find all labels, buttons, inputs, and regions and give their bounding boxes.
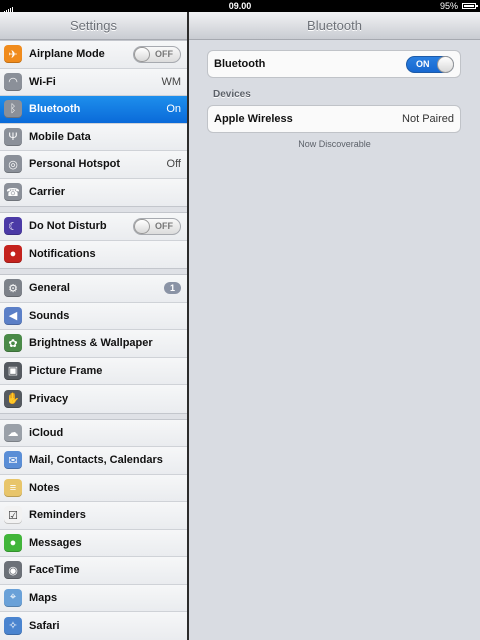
reminders-icon: ☑ (4, 506, 22, 525)
mail-icon: ✉ (4, 451, 22, 470)
settings-item-label: Wi-Fi (29, 75, 56, 88)
speaker-icon: ◀ (4, 306, 22, 325)
airplane-icon: ✈ (4, 45, 22, 64)
detail-title: Bluetooth (189, 12, 480, 40)
switch-knob (437, 55, 454, 73)
settings-item-icloud[interactable]: ☁ iCloud (0, 419, 187, 447)
settings-item-picture-frame[interactable]: ▣ Picture Frame (0, 357, 187, 385)
do-not-disturb-switch[interactable]: OFF (133, 217, 181, 235)
settings-item-messages[interactable]: ● Messages (0, 529, 187, 557)
switch-knob (134, 218, 150, 234)
settings-item-label: Bluetooth (29, 103, 81, 116)
bluetooth-label: Bluetooth (214, 58, 266, 70)
settings-item-brightness-wallpaper[interactable]: ✿ Brightness & Wallpaper (0, 330, 187, 358)
settings-item-label: Notes (29, 481, 60, 494)
messages-icon: ● (4, 533, 22, 552)
settings-item-reminders[interactable]: ☑ Reminders (0, 502, 187, 530)
settings-item-label: Personal Hotspot (29, 158, 121, 171)
settings-item-label: Picture Frame (29, 364, 103, 377)
settings-item-label: iCloud (29, 426, 64, 439)
gear-icon: ⚙ (4, 279, 22, 298)
settings-item-bluetooth[interactable]: ᛒ Bluetooth On (0, 96, 187, 124)
settings-item-label: Airplane Mode (29, 48, 105, 61)
safari-icon: ✧ (4, 616, 22, 635)
settings-item-label: Do Not Disturb (29, 220, 107, 233)
airplane-mode-switch[interactable]: OFF (133, 45, 181, 63)
moon-icon: ☾ (4, 217, 22, 236)
settings-item-safari[interactable]: ✧ Safari (0, 612, 187, 640)
settings-item-label: FaceTime (29, 564, 80, 577)
clock: 09.00 (228, 1, 252, 11)
switch-knob (134, 46, 150, 62)
discoverable-status: Now Discoverable (298, 139, 371, 149)
settings-item-value: On (166, 103, 181, 116)
bluetooth-icon: ᛒ (4, 100, 22, 119)
settings-master-pane: Settings ✈ Airplane Mode OFF ◠ Wi-Fi WM ᛒ Bluet… (0, 12, 187, 640)
settings-group: ☾ Do Not Disturb OFF ● Notifications (0, 212, 187, 269)
maps-icon: ⌖ (4, 588, 22, 607)
settings-item-notes[interactable]: ≡ Notes (0, 474, 187, 502)
settings-item-label: Privacy (29, 392, 69, 405)
bluetooth-detail-pane: Bluetooth Bluetooth ON Devices Apple Wir… (189, 12, 480, 640)
settings-item-mobile-data[interactable]: Ψ Mobile Data (0, 123, 187, 151)
bluetooth-switch[interactable]: ON (406, 55, 454, 73)
flower-icon: ✿ (4, 334, 22, 353)
settings-item-notifications[interactable]: ● Notifications (0, 240, 187, 268)
bluetooth-switch-label: ON (416, 58, 430, 69)
cloud-icon: ☁ (4, 423, 22, 442)
settings-item-label: Brightness & Wallpaper (29, 337, 153, 350)
settings-item-do-not-disturb[interactable]: ☾ Do Not Disturb OFF (0, 213, 187, 241)
settings-item-value: Off (166, 158, 181, 171)
settings-item-label: Maps (29, 591, 58, 604)
device-row-apple-wireless[interactable]: Apple Wireless Not Paired (208, 106, 460, 132)
switch-label: OFF (155, 220, 173, 231)
phone-icon: ☎ (4, 183, 22, 202)
settings-item-airplane-mode[interactable]: ✈ Airplane Mode OFF (0, 41, 187, 69)
hand-icon: ✋ (4, 389, 22, 408)
settings-item-label: Notifications (29, 248, 96, 261)
switch-label: OFF (155, 48, 173, 59)
settings-list: ✈ Airplane Mode OFF ◠ Wi-Fi WM ᛒ Bluetooth On Ψ Mo… (0, 40, 187, 640)
settings-item-general[interactable]: ⚙ General 1 (0, 275, 187, 303)
antenna-icon: Ψ (4, 127, 22, 146)
facetime-icon: ◉ (4, 561, 22, 580)
status-bar: 09.00 95% (0, 0, 480, 13)
settings-item-sounds[interactable]: ◀ Sounds (0, 302, 187, 330)
settings-item-label: Mail, Contacts, Calendars (29, 454, 163, 467)
settings-item-mail-contacts-calendars[interactable]: ✉ Mail, Contacts, Calendars (0, 447, 187, 475)
picture-frame-icon: ▣ (4, 361, 22, 380)
settings-item-wi-fi[interactable]: ◠ Wi-Fi WM (0, 68, 187, 96)
hotspot-icon: ◎ (4, 155, 22, 174)
notifications-icon: ● (4, 245, 22, 264)
settings-item-privacy[interactable]: ✋ Privacy (0, 385, 187, 413)
settings-item-label: Reminders (29, 509, 86, 522)
device-name: Apple Wireless (214, 113, 293, 125)
settings-item-label: Sounds (29, 309, 70, 322)
devices-header: Devices (213, 89, 251, 100)
settings-item-facetime[interactable]: ◉ FaceTime (0, 557, 187, 585)
devices-card: Apple Wireless Not Paired (207, 105, 461, 133)
settings-item-label: Mobile Data (29, 130, 91, 143)
battery-percentage: 95% (439, 1, 458, 11)
settings-item-value: WM (161, 75, 181, 88)
battery-icon (462, 3, 478, 9)
settings-item-label: Safari (29, 619, 60, 632)
settings-group: ⚙ General 1 ◀ Sounds ✿ Brightness & Wallpaper ▣… (0, 274, 187, 414)
settings-item-personal-hotspot[interactable]: ◎ Personal Hotspot Off (0, 151, 187, 179)
wifi-icon: ◠ (4, 72, 22, 91)
settings-group: ✈ Airplane Mode OFF ◠ Wi-Fi WM ᛒ Bluetooth On Ψ Mo… (0, 40, 187, 207)
settings-item-label: Messages (29, 536, 82, 549)
settings-group: ☁ iCloud ✉ Mail, Contacts, Calendars ≡ Notes ☑… (0, 418, 187, 640)
master-title: Settings (0, 12, 187, 40)
bluetooth-toggle-card: Bluetooth ON (207, 50, 461, 78)
device-status: Not Paired (402, 113, 454, 125)
notes-icon: ≡ (4, 478, 22, 497)
settings-item-label: General (29, 282, 70, 295)
settings-item-carrier[interactable]: ☎ Carrier (0, 178, 187, 206)
update-badge: 1 (163, 282, 181, 295)
settings-item-maps[interactable]: ⌖ Maps (0, 584, 187, 612)
bluetooth-row: Bluetooth ON (208, 51, 460, 77)
settings-item-label: Carrier (29, 186, 66, 199)
